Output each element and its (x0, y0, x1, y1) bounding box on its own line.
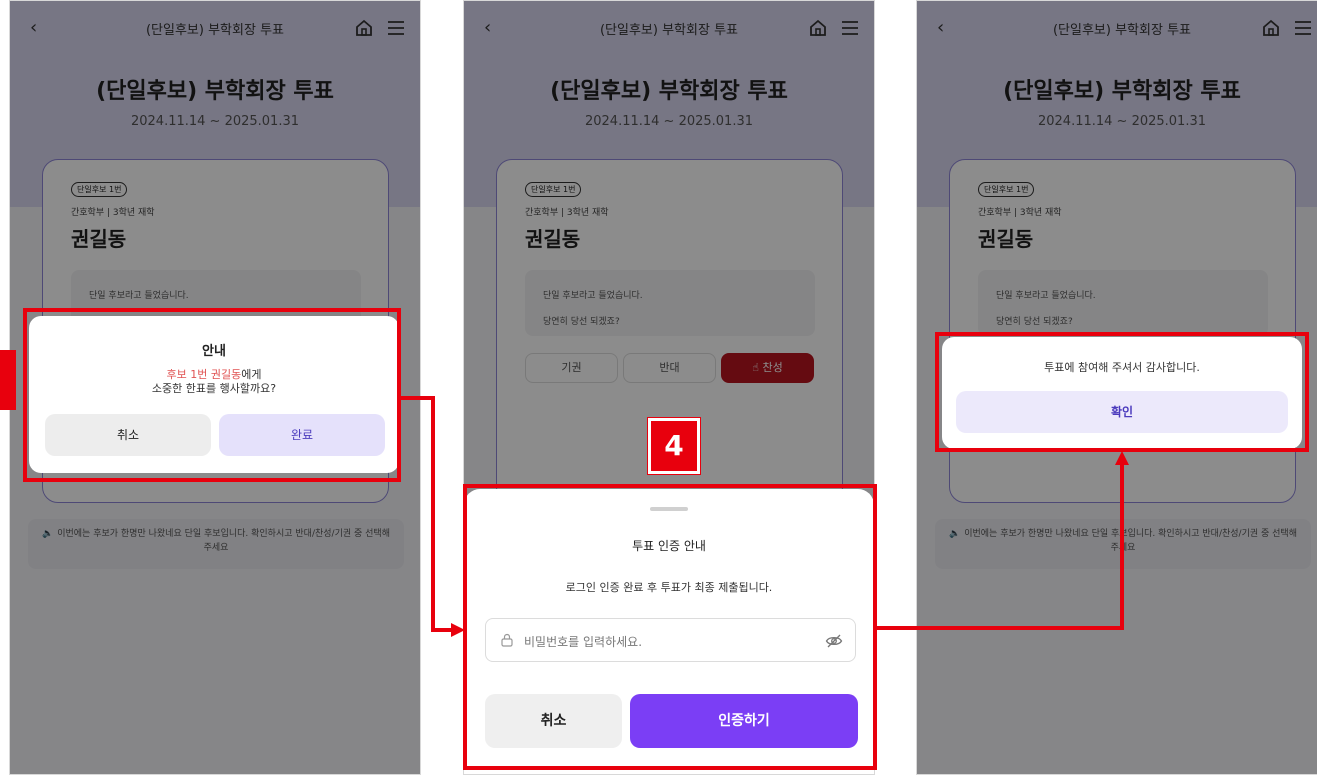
highlight-confirm-modal (23, 308, 401, 482)
arrow-right-icon (451, 623, 465, 637)
flow-connector (1120, 462, 1124, 630)
highlight-auth-sheet (463, 484, 877, 770)
highlight-thanks-modal (935, 332, 1309, 452)
flow-connector (431, 628, 453, 632)
step-number-badge: 4 (647, 417, 701, 475)
flow-connector (401, 396, 435, 400)
flow-connector (877, 626, 1124, 630)
arrow-up-icon (1115, 451, 1129, 465)
flow-connector (431, 396, 435, 632)
step-badge-partial (0, 350, 16, 410)
